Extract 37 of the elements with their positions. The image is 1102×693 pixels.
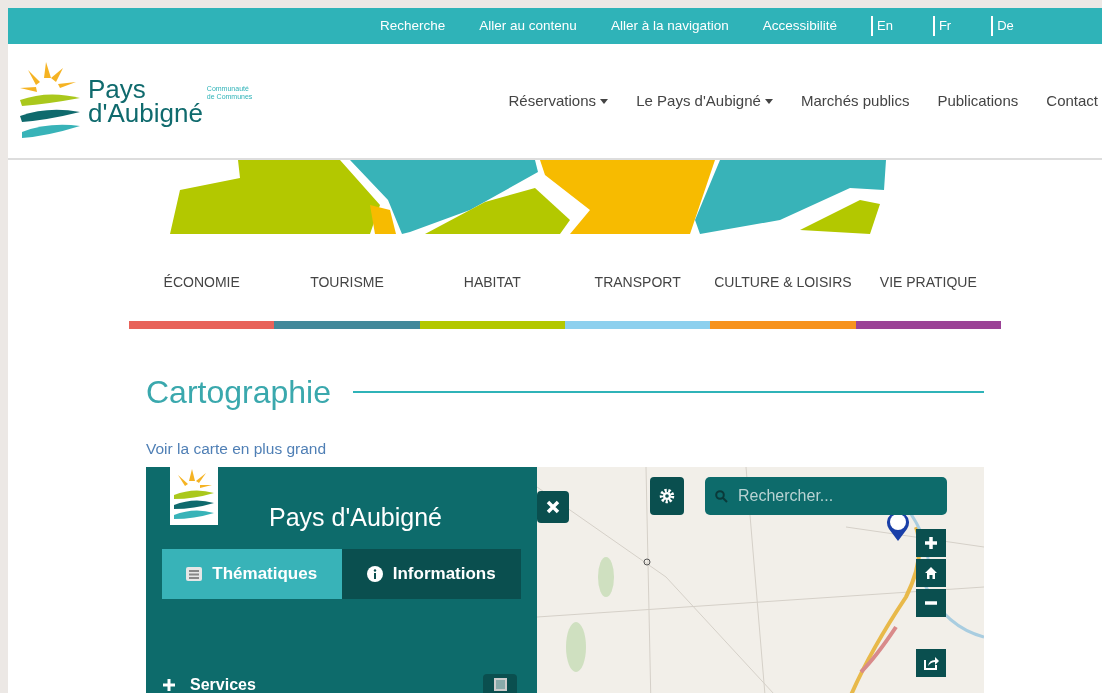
settings-button[interactable]: [650, 477, 684, 516]
info-icon: [366, 565, 383, 582]
category-tab[interactable]: CULTURE & LOISIRS: [710, 272, 856, 329]
category-tab[interactable]: VIE PRATIQUE: [855, 272, 1001, 329]
share-icon: [923, 655, 939, 672]
category-tab[interactable]: TOURISME: [274, 272, 420, 329]
zoom-in-button[interactable]: [916, 529, 946, 558]
panel-title: Pays d'Aubigné: [269, 502, 443, 534]
nav-link[interactable]: Contact: [1046, 89, 1098, 113]
home-button[interactable]: [916, 559, 946, 588]
zoom-out-button[interactable]: [916, 589, 946, 618]
nav-link[interactable]: Réservations: [508, 89, 609, 113]
nav-link[interactable]: Marchés publics: [801, 89, 910, 113]
search-icon: [715, 489, 728, 503]
layer-checkbox[interactable]: [483, 673, 517, 693]
close-icon: [546, 500, 560, 515]
nav-link[interactable]: Publications: [937, 89, 1019, 113]
category-tab[interactable]: TRANSPORT: [565, 272, 711, 329]
caret-icon: [600, 99, 609, 105]
zoom-in-icon: [924, 536, 938, 551]
layer-label: Services: [190, 674, 256, 693]
plus-icon[interactable]: [162, 677, 176, 692]
category-tab[interactable]: HABITAT: [419, 272, 565, 329]
settings-icon: [659, 488, 675, 505]
enlarge-map-link[interactable]: Voir la carte en plus grand: [146, 437, 327, 461]
nav-link[interactable]: Le Pays d'Aubigné: [636, 89, 773, 113]
panel-tab[interactable]: Informations: [341, 548, 521, 599]
logo-text: Pays: [88, 77, 146, 101]
close-button[interactable]: [537, 491, 569, 524]
caret-icon: [765, 99, 773, 105]
section-title: Cartographie: [146, 373, 331, 412]
home-icon: [924, 566, 938, 581]
search-box[interactable]: Rechercher...: [705, 477, 947, 516]
share-button[interactable]: [916, 649, 946, 678]
category-tab[interactable]: ÉCONOMIE: [129, 272, 275, 329]
list-icon: [186, 566, 203, 581]
search-field[interactable]: Rechercher...: [736, 483, 936, 510]
